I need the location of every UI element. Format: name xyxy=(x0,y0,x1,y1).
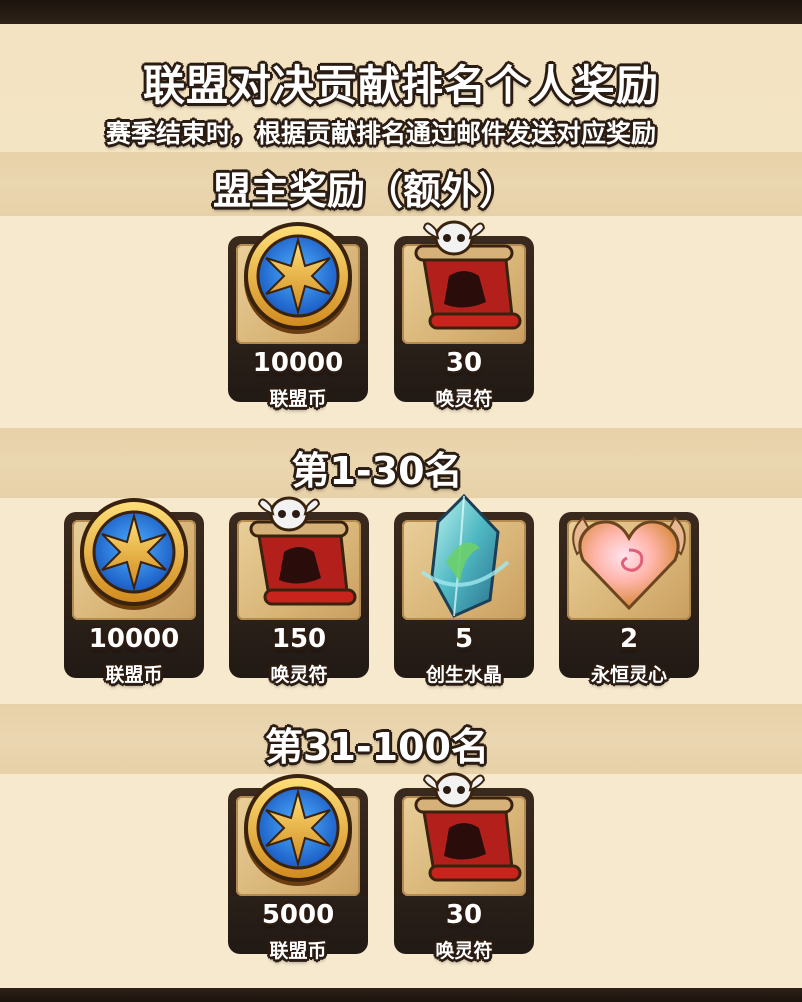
section-heading-leader: 盟主奖励（额外） xyxy=(212,169,517,213)
reward-name: 联盟币 xyxy=(269,940,327,962)
summon-scroll-icon xyxy=(229,492,369,622)
page-title: 联盟对决贡献排名个人奖励 xyxy=(142,61,659,110)
reward-name: 唤灵符 xyxy=(435,940,493,962)
reward-card[interactable]: 30 唤灵符 xyxy=(394,236,534,410)
reward-quantity: 30 xyxy=(445,348,483,378)
reward-name: 联盟币 xyxy=(269,388,327,410)
summon-scroll-icon xyxy=(394,216,534,346)
section-heading-top30: 第1-30名 xyxy=(291,449,463,493)
reward-quantity: 10000 xyxy=(252,348,344,378)
reward-card[interactable]: 5000 联盟币 xyxy=(228,788,368,962)
reward-panel: 联盟对决贡献排名个人奖励 赛季结束时，根据贡献排名通过邮件发送对应奖励 盟主奖励… xyxy=(0,0,802,1002)
reward-quantity: 5000 xyxy=(261,900,335,930)
reward-quantity: 150 xyxy=(271,624,327,654)
reward-name: 联盟币 xyxy=(105,664,163,686)
panel-bottom-edge xyxy=(0,988,802,1002)
reward-card[interactable]: 10000 联盟币 xyxy=(64,512,204,686)
reward-name: 唤灵符 xyxy=(270,664,328,686)
page-subtitle: 赛季结束时，根据贡献排名通过邮件发送对应奖励 xyxy=(105,119,656,148)
genesis-crystal-icon xyxy=(394,492,534,622)
reward-name: 永恒灵心 xyxy=(590,664,667,686)
reward-card[interactable]: 5 创生水晶 xyxy=(394,512,534,686)
reward-quantity: 10000 xyxy=(88,624,180,654)
reward-quantity: 30 xyxy=(445,900,483,930)
reward-name: 创生水晶 xyxy=(425,664,502,686)
reward-quantity: 5 xyxy=(454,624,474,654)
reward-card[interactable]: 30 唤灵符 xyxy=(394,788,534,962)
alliance-coin-icon xyxy=(228,216,368,346)
reward-card[interactable]: 150 唤灵符 xyxy=(229,512,369,686)
eternal-heart-icon xyxy=(559,492,699,622)
panel-top-edge xyxy=(0,0,802,24)
reward-name: 唤灵符 xyxy=(435,388,493,410)
reward-card[interactable]: 2 永恒灵心 xyxy=(559,512,699,686)
summon-scroll-icon xyxy=(394,768,534,898)
reward-card[interactable]: 10000 联盟币 xyxy=(228,236,368,410)
section-heading-top100: 第31-100名 xyxy=(265,725,489,769)
alliance-coin-icon xyxy=(228,768,368,898)
alliance-coin-icon xyxy=(64,492,204,622)
reward-quantity: 2 xyxy=(619,624,639,654)
